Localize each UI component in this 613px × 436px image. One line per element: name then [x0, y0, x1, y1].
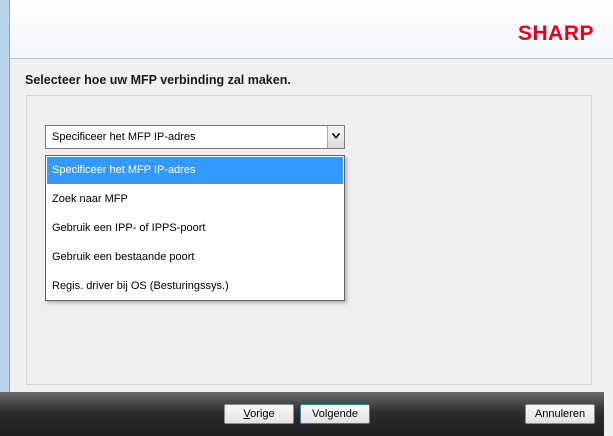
combobox-dropdown-button[interactable]	[327, 126, 344, 148]
header-banner: SHARP	[10, 0, 613, 58]
sharp-logo: SHARP	[517, 22, 594, 45]
connection-method-combobox[interactable]: Specificeer het MFP IP-adres	[45, 125, 345, 149]
next-button-label-start: Vol	[312, 408, 328, 420]
cancel-button[interactable]: Annuleren	[525, 404, 595, 424]
combobox-value: Specificeer het MFP IP-adres	[52, 131, 196, 143]
chevron-down-icon	[332, 133, 340, 139]
dropdown-option-existing-port[interactable]: Gebruik een bestaande poort	[47, 244, 343, 271]
dropdown-option-ipp-port[interactable]: Gebruik een IPP- of IPPS-poort	[47, 215, 343, 242]
connection-method-dropdown-list: Specificeer het MFP IP-adres Zoek naar M…	[45, 155, 345, 301]
instruction-text: Selecteer hoe uw MFP verbinding zal make…	[25, 73, 291, 87]
dropdown-option-search-mfp[interactable]: Zoek naar MFP	[47, 186, 343, 213]
dropdown-option-specify-ip[interactable]: Specificeer het MFP IP-adres	[47, 157, 343, 184]
next-button[interactable]: Volgende	[300, 404, 370, 424]
header-divider	[10, 58, 613, 59]
previous-button[interactable]: Vorige	[224, 404, 294, 424]
previous-button-label: orige	[250, 408, 275, 420]
dropdown-option-register-driver-os[interactable]: Regis. driver bij OS (Besturingssys.)	[47, 273, 343, 300]
next-button-label-end: ende	[333, 408, 358, 420]
